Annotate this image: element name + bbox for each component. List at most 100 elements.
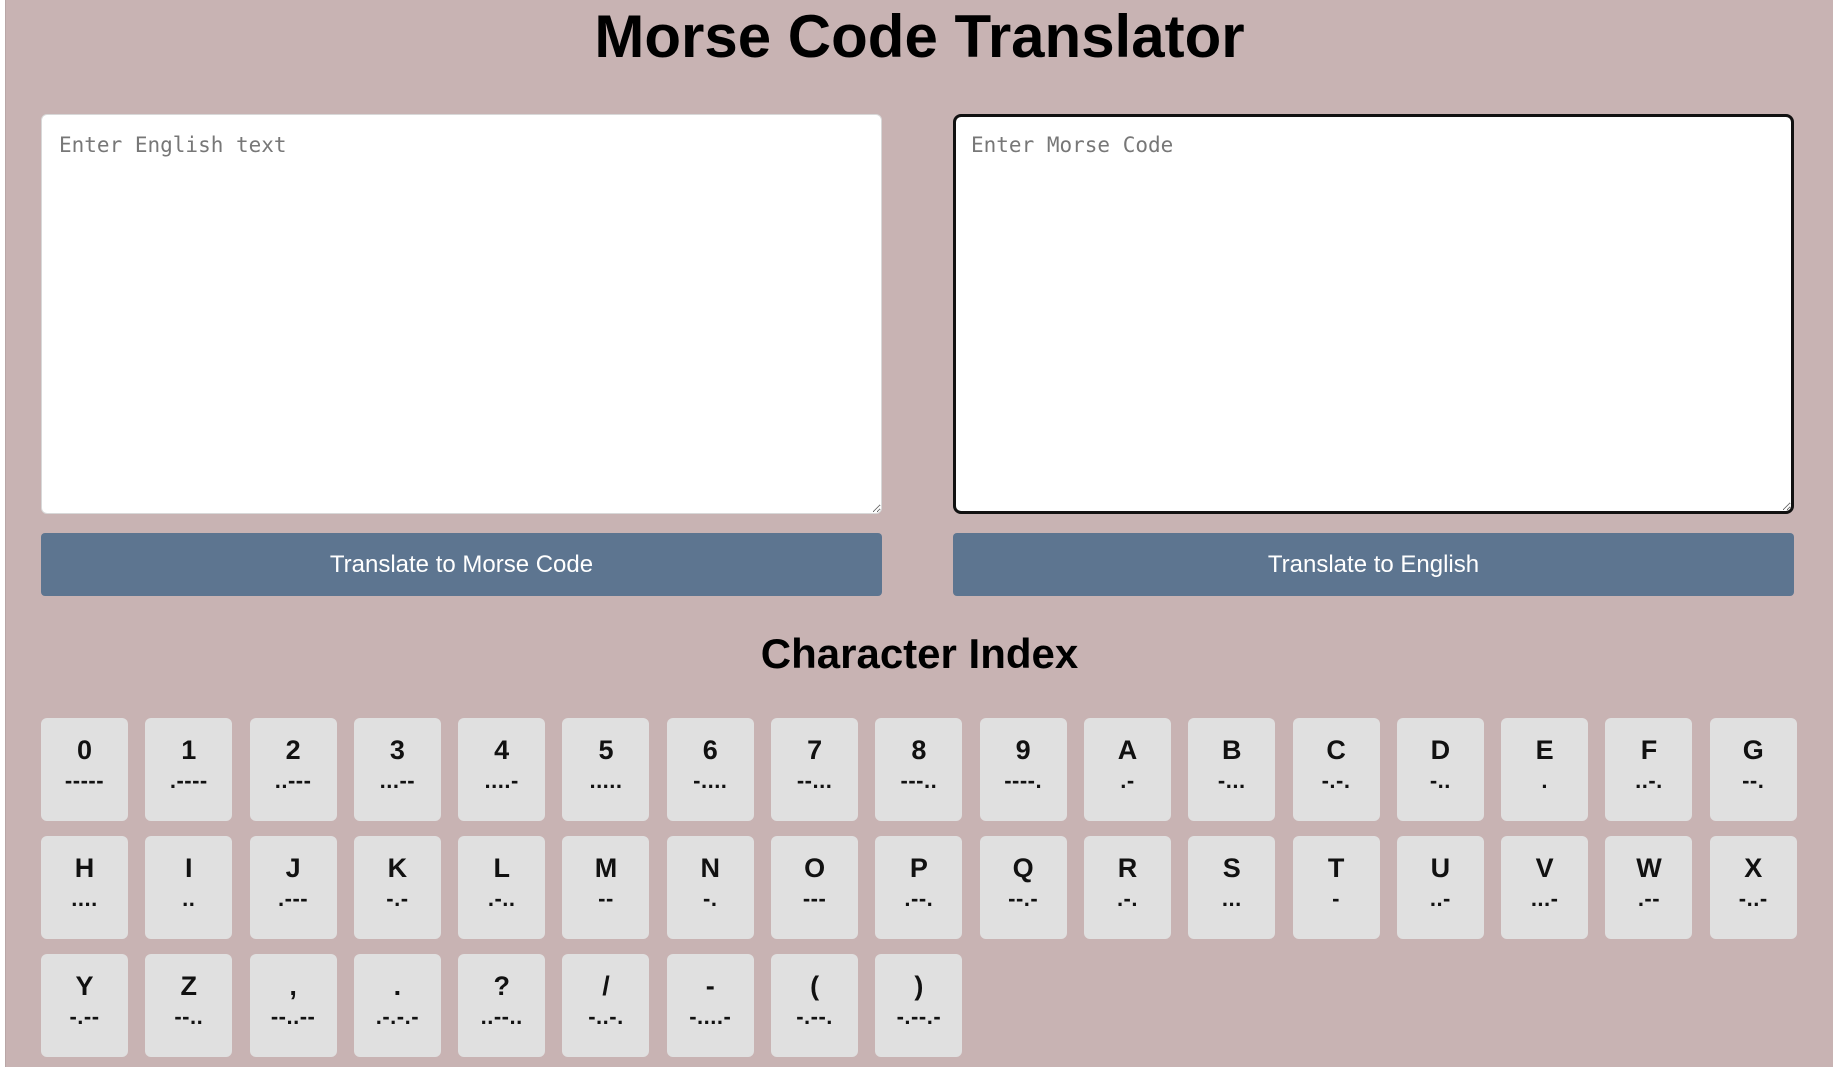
character-card[interactable]: T-: [1292, 836, 1380, 939]
morse-panel: Translate to English: [953, 114, 1794, 596]
morse-code-label: .-.: [1116, 886, 1138, 911]
character-card[interactable]: 4 ....-: [458, 718, 546, 821]
character-label: E: [1535, 735, 1554, 765]
character-label: (: [810, 971, 820, 1001]
character-card[interactable]: 3 ...--: [353, 718, 441, 821]
character-card[interactable]: Y -.--: [41, 954, 128, 1057]
character-index-heading: Character Index: [760, 630, 1079, 677]
character-label: M: [594, 853, 618, 883]
character-card[interactable]: ) -.--.-: [875, 954, 963, 1057]
character-label: ?: [493, 971, 510, 1001]
character-label: 3: [389, 735, 405, 765]
character-label: 6: [702, 735, 718, 765]
morse-code-label: -.--: [69, 1004, 100, 1029]
morse-code-label: --.: [1742, 768, 1765, 793]
character-label: A: [1117, 735, 1138, 765]
morse-code-label: -.--.-: [896, 1004, 942, 1029]
character-card[interactable]: V ...-: [1501, 836, 1589, 939]
translate-to-english-button[interactable]: Translate to English: [953, 533, 1794, 596]
character-card[interactable]: 8 ---..: [875, 718, 963, 821]
character-card[interactable]: G --.: [1709, 718, 1797, 821]
english-text-input[interactable]: [41, 114, 882, 514]
character-card[interactable]: 5.....: [562, 718, 650, 821]
character-card[interactable]: ? ..--..: [458, 954, 546, 1057]
character-card[interactable]: M --: [562, 836, 650, 939]
character-label: 5: [598, 735, 614, 765]
character-label: 0: [76, 735, 93, 765]
character-card[interactable]: . .-.-.-: [353, 954, 441, 1057]
morse-code-label: -.-: [386, 886, 409, 911]
character-card[interactable]: 2 ..---: [249, 718, 337, 821]
morse-code-label: --..: [174, 1004, 204, 1029]
morse-code-label: ..: [182, 886, 196, 911]
character-card[interactable]: O ---: [771, 836, 859, 939]
character-card[interactable]: 9 ----.: [979, 718, 1067, 821]
character-card[interactable]: X -..-: [1709, 836, 1797, 939]
character-card[interactable]: 6 -....: [666, 718, 754, 821]
morse-code-label: .: [1541, 768, 1548, 793]
translate-to-morse-button[interactable]: Translate to Morse Code: [41, 533, 882, 596]
morse-code-label: ...-: [1530, 886, 1559, 911]
morse-code-label: -..: [1429, 768, 1451, 793]
character-label: I: [185, 853, 193, 883]
character-label: 1: [181, 735, 197, 765]
character-label: 7: [807, 735, 823, 765]
character-card[interactable]: A .-: [1083, 718, 1171, 821]
character-card[interactable]: P .--.: [875, 836, 963, 939]
character-label: X: [1744, 853, 1763, 883]
morse-code-label: .-: [1120, 768, 1135, 793]
character-label: ,: [289, 971, 297, 1001]
character-label: 2: [285, 735, 301, 765]
character-card[interactable]: I..: [145, 836, 233, 939]
character-label: 4: [494, 735, 510, 765]
character-card[interactable]: D -..: [1396, 718, 1484, 821]
character-label: .: [393, 971, 402, 1001]
character-card[interactable]: K -.-: [353, 836, 441, 939]
character-label: Z: [180, 971, 198, 1001]
character-label: N: [700, 853, 721, 883]
character-label: W: [1636, 853, 1662, 883]
character-card[interactable]: 0 -----: [41, 718, 128, 821]
character-card[interactable]: (-.--.: [771, 954, 859, 1057]
character-card[interactable]: Q --.-: [979, 836, 1067, 939]
character-card[interactable]: - -....-: [666, 954, 754, 1057]
character-card[interactable]: 1 .----: [145, 718, 233, 821]
character-card[interactable]: Z --..: [145, 954, 233, 1057]
morse-code-label: --.-: [1008, 886, 1039, 911]
morse-code-label: --...: [796, 768, 833, 793]
morse-code-input[interactable]: [953, 114, 1794, 514]
morse-code-label: ....-: [484, 768, 519, 793]
morse-code-label: -.-.: [1321, 768, 1351, 793]
morse-code-label: -....: [693, 768, 728, 793]
character-card[interactable]: S...: [1188, 836, 1276, 939]
morse-code-label: --..--: [270, 1004, 316, 1029]
morse-code-label: --: [598, 886, 614, 911]
morse-code-label: .---: [278, 886, 309, 911]
character-card[interactable]: H....: [41, 836, 128, 939]
morse-code-label: .----: [169, 768, 208, 793]
morse-code-label: ----.: [1004, 768, 1043, 793]
character-card[interactable]: N -.: [666, 836, 754, 939]
character-label: R: [1117, 853, 1138, 883]
character-card[interactable]: 7 --...: [771, 718, 859, 821]
character-card[interactable]: C -.-.: [1292, 718, 1380, 821]
character-card[interactable]: J .---: [249, 836, 337, 939]
character-card[interactable]: U ..-: [1396, 836, 1484, 939]
morse-code-label: ..-.: [1635, 768, 1663, 793]
character-label: K: [387, 853, 408, 883]
morse-code-label: .....: [589, 768, 623, 793]
morse-code-label: ...: [1221, 886, 1242, 911]
character-card[interactable]: E.: [1501, 718, 1589, 821]
morse-code-label: -..-: [1738, 886, 1768, 911]
character-card[interactable]: , --..--: [249, 954, 337, 1057]
character-card[interactable]: / -..-.: [562, 954, 650, 1057]
morse-code-label: .--.: [904, 886, 934, 911]
character-card[interactable]: F ..-.: [1605, 718, 1693, 821]
character-card[interactable]: R .-.: [1083, 836, 1171, 939]
character-card[interactable]: W .--: [1605, 836, 1693, 939]
morse-code-label: ---..: [900, 768, 938, 793]
morse-code-label: .-..: [487, 886, 516, 911]
morse-code-label: ...--: [379, 768, 416, 793]
character-card[interactable]: B -...: [1188, 718, 1276, 821]
character-card[interactable]: L .-..: [458, 836, 546, 939]
